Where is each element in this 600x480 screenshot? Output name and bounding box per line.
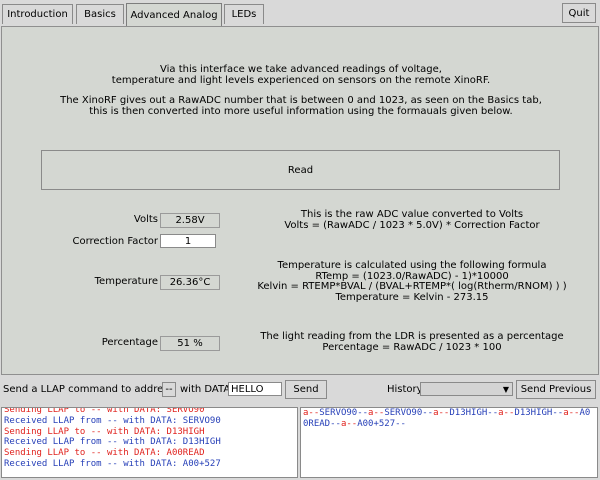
volts-description: This is the raw ADC value converted to V… (242, 209, 582, 231)
volts-value: 2.58V (160, 213, 220, 228)
quit-button[interactable]: Quit (562, 3, 596, 23)
message-log[interactable]: Sending LLAP to -- with DATA: SERVO90 Rec… (1, 407, 298, 478)
description-line: This is the raw ADC value converted to V… (300, 209, 524, 220)
send-previous-button[interactable]: Send Previous (516, 380, 596, 399)
log-line: Sending LLAP to -- with DATA: SERVO90 (4, 407, 205, 415)
raw-segment: a-- (563, 408, 580, 418)
send-command-label: Send a LLAP command to address (3, 384, 174, 395)
history-label: History (387, 384, 423, 395)
intro-line: this is then converted into more useful … (89, 106, 513, 117)
history-select[interactable]: ▼ (420, 382, 513, 396)
tab-advanced-analog[interactable]: Advanced Analog (126, 3, 222, 26)
raw-segment: a-- (498, 408, 515, 418)
raw-segment: a-- (368, 408, 385, 418)
description-line: Temperature is calculated using the foll… (277, 260, 547, 271)
raw-lines: a--SERVO90--a--SERVO90--a--D13HIGH--a--D… (301, 408, 597, 430)
tab-introduction[interactable]: Introduction (2, 4, 73, 24)
raw-segment: SERVO90-- (319, 408, 369, 418)
raw-segment: a-- (303, 408, 320, 418)
log-line: Received LLAP from -- with DATA: A00+527 (4, 458, 221, 469)
temperature-value: 26.36°C (160, 275, 220, 290)
temperature-description: Temperature is calculated using the foll… (242, 260, 582, 303)
volts-label: Volts (133, 214, 158, 225)
correction-factor-label: Correction Factor (72, 236, 158, 247)
raw-log[interactable]: a--SERVO90--a--SERVO90--a--D13HIGH--a--D… (300, 407, 598, 478)
tab-label: LEDs (231, 9, 257, 20)
send-button[interactable]: Send (285, 380, 327, 399)
raw-segment: D13HIGH-- (449, 408, 499, 418)
raw-segment: SERVO90-- (384, 408, 434, 418)
raw-segment: a-- (340, 418, 358, 429)
command-bar: Send a LLAP command to address -- with D… (0, 376, 600, 404)
percentage-label: Percentage (101, 337, 158, 348)
tab-leds[interactable]: LEDs (224, 4, 264, 24)
send-previous-label: Send Previous (520, 384, 592, 395)
read-button[interactable]: Read (41, 150, 560, 190)
advanced-analog-panel: Via this interface we take advanced read… (1, 26, 599, 375)
tab-basics[interactable]: Basics (76, 4, 124, 24)
description-line: Percentage = RawADC / 1023 * 100 (322, 341, 502, 353)
intro-line: temperature and light levels experienced… (111, 75, 491, 86)
log-line: Received LLAP from -- with DATA: D13HIGH (4, 437, 221, 448)
log-lines: Sending LLAP to -- with DATA: SERVO90 Rec… (2, 407, 297, 470)
tab-label: Basics (84, 9, 116, 20)
log-line: Sending LLAP to -- with DATA: A00READ (4, 448, 205, 459)
log-line: Received LLAP from -- with DATA: SERVO90 (4, 415, 221, 426)
correction-factor-input[interactable]: 1 (160, 234, 216, 248)
tab-bar: Introduction Basics Advanced Analog LEDs… (0, 0, 600, 26)
temperature-label: Temperature (94, 276, 158, 287)
tab-label: Introduction (7, 9, 68, 20)
send-label: Send (293, 384, 319, 395)
data-input[interactable]: HELLO (228, 382, 282, 396)
percentage-value: 51 % (160, 336, 220, 351)
raw-segment: A00+527-- (357, 418, 406, 429)
description-line: Volts = (RawADC / 1023 * 5.0V) * Correct… (284, 219, 540, 231)
quit-label: Quit (568, 7, 590, 19)
address-button[interactable]: -- (162, 382, 176, 397)
chevron-down-icon: ▼ (502, 384, 510, 394)
description-line: Temperature = Kelvin - 273.15 (335, 291, 489, 303)
raw-segment: a-- (433, 408, 450, 418)
percentage-description: The light reading from the LDR is presen… (242, 331, 582, 353)
description-line: The light reading from the LDR is presen… (260, 331, 564, 342)
description-line: Kelvin = RTEMP*BVAL / (BVAL+RTEMP*( log(… (257, 281, 567, 292)
read-label: Read (287, 164, 314, 176)
tab-label: Advanced Analog (130, 9, 218, 21)
raw-segment: D13HIGH-- (514, 408, 564, 418)
log-line: Sending LLAP to -- with DATA: D13HIGH (4, 426, 205, 437)
with-data-label: with DATA (180, 384, 231, 395)
